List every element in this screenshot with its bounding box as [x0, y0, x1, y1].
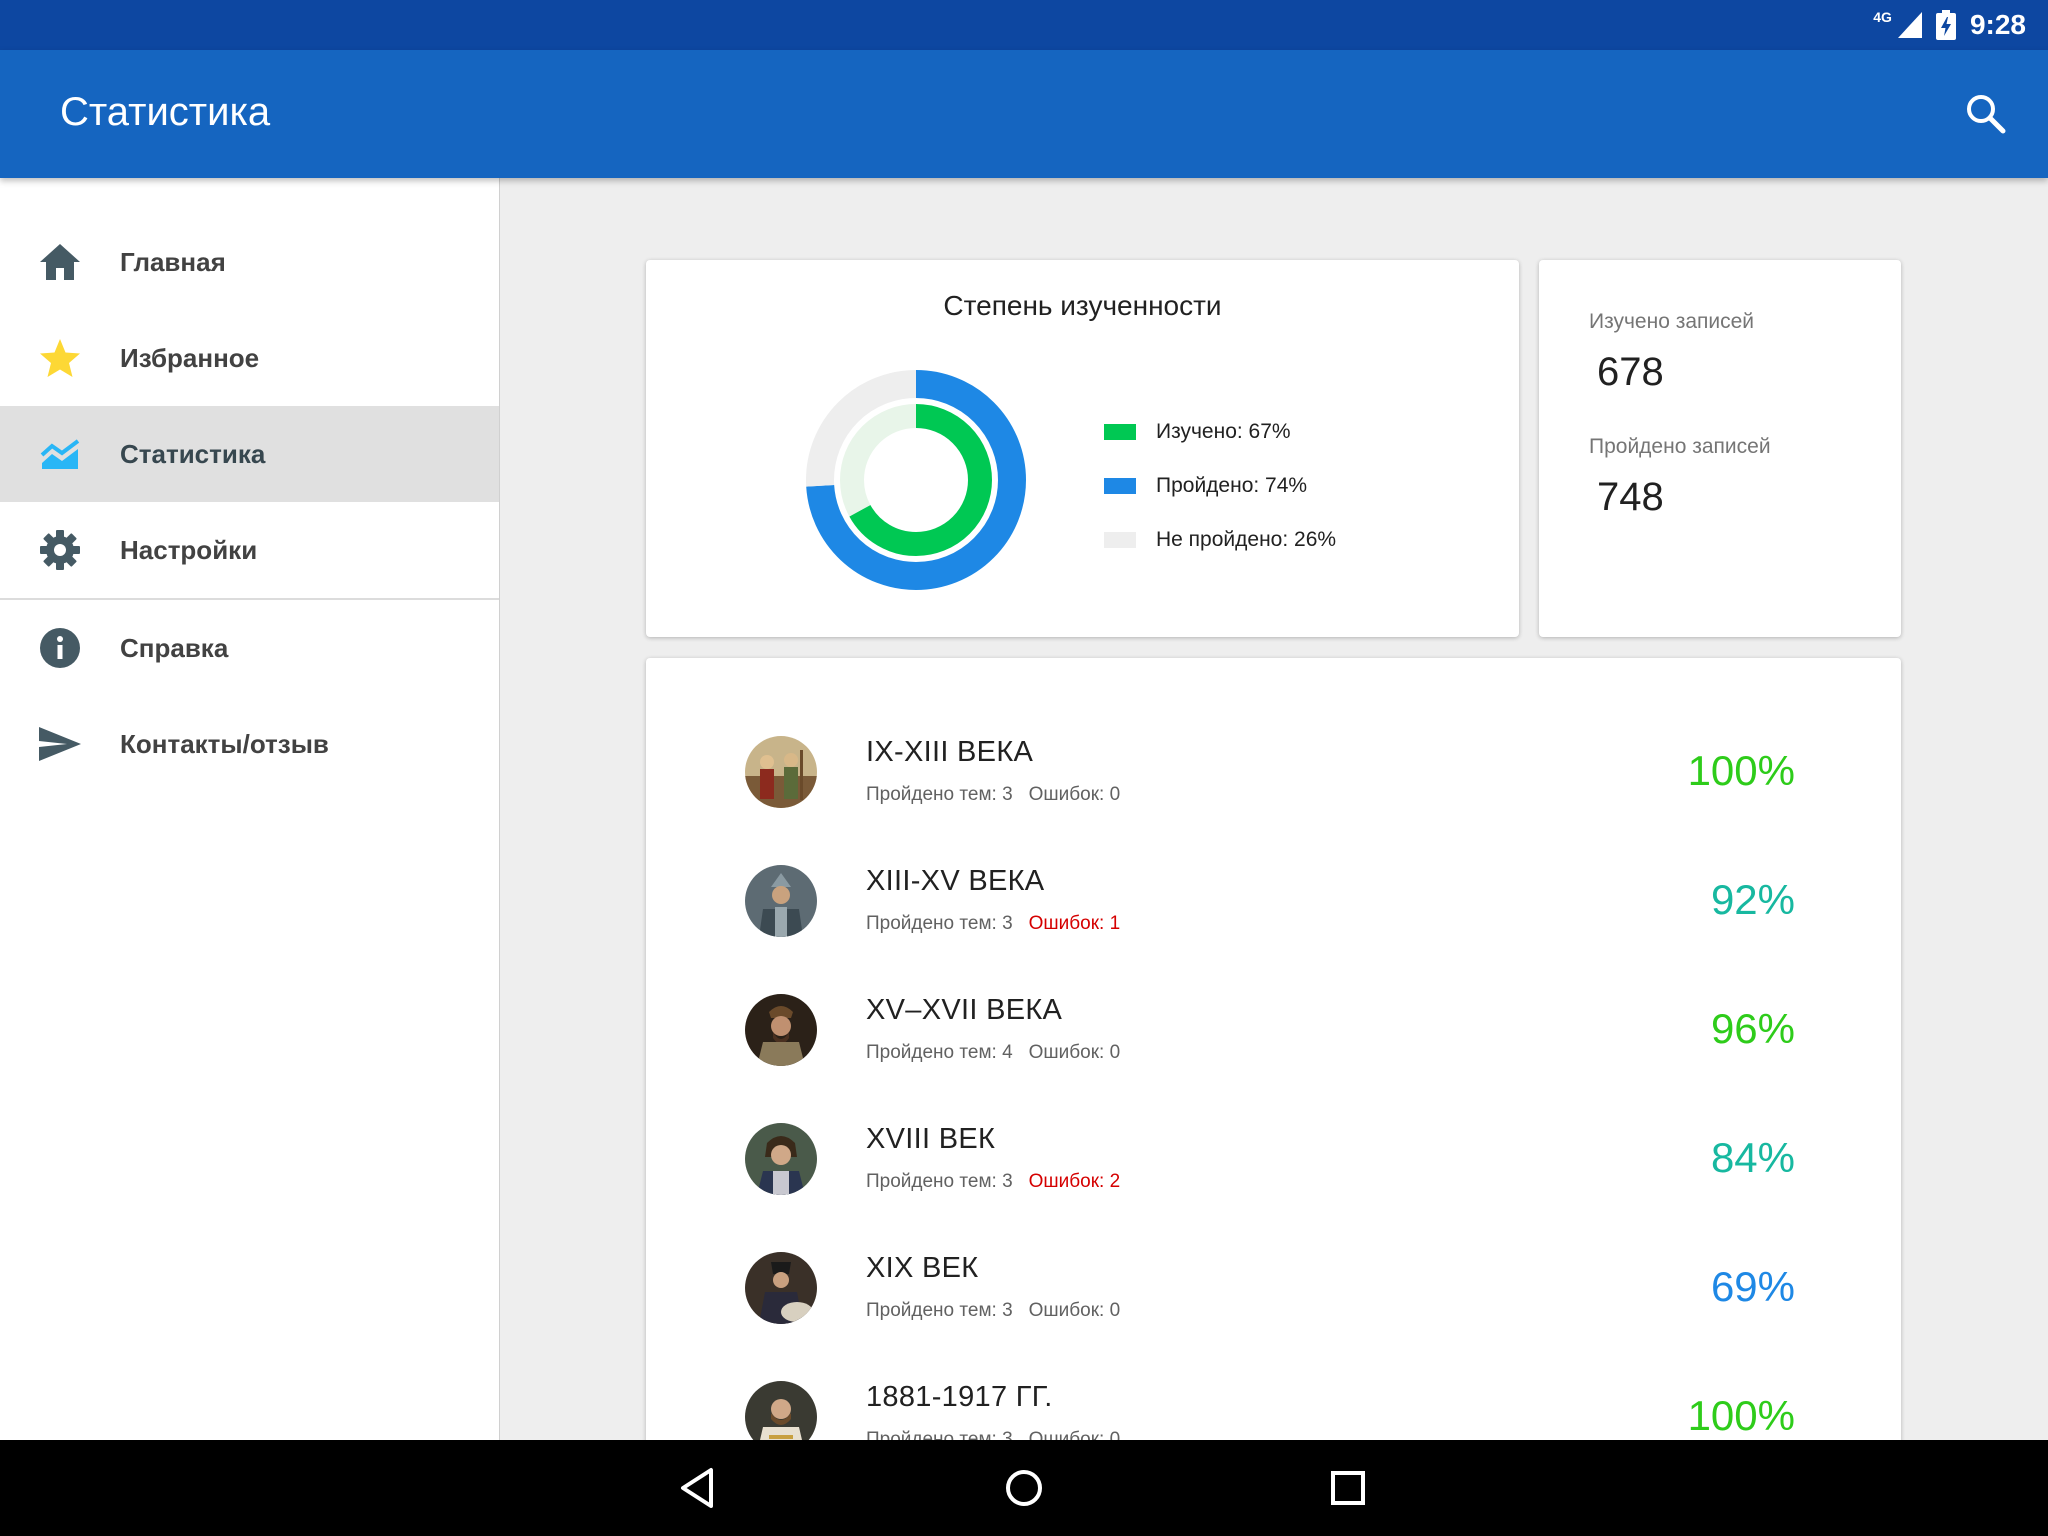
nav-item-statistics[interactable]: Статистика — [0, 406, 499, 502]
home-icon — [38, 240, 82, 284]
era-title: XIX ВЕК — [866, 1252, 979, 1284]
send-icon — [38, 722, 82, 766]
era-row[interactable]: IX-XIII ВЕКА Пройдено тем: 3 Ошибок: 0 10… — [646, 711, 1901, 840]
legend-label: Изучено: 67% — [1156, 420, 1291, 443]
recents-button[interactable] — [1322, 1462, 1374, 1514]
app-bar: Статистика — [0, 50, 2048, 178]
era-row[interactable]: XIX ВЕК Пройдено тем: 3 Ошибок: 0 69% — [646, 1227, 1901, 1356]
system-navigation-bar — [0, 1440, 2048, 1536]
nav-item-label: Статистика — [120, 438, 266, 469]
era-errors: Ошибок: 0 — [1028, 784, 1121, 805]
nav-item-label: Контакты/отзыв — [120, 728, 329, 759]
records-count-card: Изучено записей 678 Пройдено записей 748 — [1539, 260, 1901, 637]
passed-records-value: 748 — [1597, 475, 1664, 519]
home-button[interactable] — [998, 1462, 1050, 1514]
emperor-portrait — [745, 1123, 817, 1195]
era-topics: Пройдено тем: 3 — [866, 1171, 1013, 1192]
era-percent: 84% — [1710, 1134, 1795, 1181]
era-percent: 100% — [1687, 747, 1795, 794]
recents-icon — [1331, 1471, 1365, 1505]
page-title: Статистика — [60, 90, 271, 134]
era-percent: 96% — [1710, 1005, 1795, 1052]
chart-icon — [38, 432, 82, 476]
era-percent: 69% — [1710, 1263, 1795, 1310]
nav-item-label: Главная — [120, 246, 226, 277]
era-stats: Пройдено тем: 3 Ошибок: 1 — [866, 913, 1120, 935]
nav-item-label: Избранное — [120, 342, 260, 373]
search-icon — [1967, 95, 2006, 134]
era-title: XVIII ВЕК — [866, 1123, 996, 1155]
era-stats: Пройдено тем: 3 Ошибок: 2 — [866, 1171, 1120, 1193]
legend-swatch — [1104, 478, 1136, 494]
home-circle-icon — [1006, 1470, 1042, 1506]
era-topics: Пройдено тем: 3 — [866, 913, 1013, 934]
era-percent: 100% — [1687, 1392, 1795, 1439]
era-title: IX-XIII ВЕКА — [866, 736, 1034, 768]
nav-item-help[interactable]: Справка — [0, 600, 499, 696]
legend-item-not-passed: Не пройдено: 26% — [1104, 513, 1336, 567]
study-progress-card: Степень изученности Изучено: 67% Пройден… — [646, 260, 1519, 637]
era-topics: Пройдено тем: 3 — [866, 1300, 1013, 1321]
nav-item-settings[interactable]: Настройки — [0, 502, 499, 598]
era-stats: Пройдено тем: 3 Ошибок: 0 — [866, 1300, 1120, 1322]
era-row[interactable]: XVIII ВЕК Пройдено тем: 3 Ошибок: 2 84% — [646, 1098, 1901, 1227]
era-row[interactable]: XIII-XV ВЕКА Пройдено тем: 3 Ошибок: 1 92… — [646, 840, 1901, 969]
star-icon — [38, 336, 82, 380]
era-title: XV–XVII ВЕКА — [866, 994, 1063, 1026]
status-bar: 4G 9:28 — [0, 0, 2048, 50]
network-type: 4G — [1873, 9, 1892, 25]
era-row[interactable]: XV–XVII ВЕКА Пройдено тем: 4 Ошибок: 0 96… — [646, 969, 1901, 1098]
nav-item-label: Справка — [120, 632, 229, 663]
back-icon — [681, 1468, 713, 1508]
nav-item-label: Настройки — [120, 534, 258, 565]
signal-icon — [1897, 12, 1922, 38]
era-list-card: IX-XIII ВЕКА Пройдено тем: 3 Ошибок: 0 10… — [646, 658, 1901, 1478]
gear-icon — [38, 528, 82, 572]
back-button[interactable] — [673, 1462, 725, 1514]
info-icon — [38, 626, 82, 670]
legend-label: Пройдено: 74% — [1156, 474, 1308, 497]
studied-records-label: Изучено записей — [1589, 310, 1755, 333]
chart-legend: Изучено: 67% Пройдено: 74% Не пройдено: … — [1104, 405, 1336, 567]
era-topics: Пройдено тем: 4 — [866, 1042, 1013, 1063]
donut-chart — [806, 370, 1026, 590]
era-topics: Пройдено тем: 3 — [866, 784, 1013, 805]
legend-item-studied: Изучено: 67% — [1104, 405, 1336, 459]
tsar-portrait — [745, 994, 817, 1066]
era-errors: Ошибок: 0 — [1028, 1042, 1121, 1063]
clock: 9:28 — [1969, 9, 2026, 40]
general-portrait — [745, 1252, 817, 1324]
battery-icon — [1935, 10, 1956, 40]
knight-portrait — [745, 865, 817, 937]
nav-item-contacts[interactable]: Контакты/отзыв — [0, 696, 499, 792]
legend-item-passed: Пройдено: 74% — [1104, 459, 1336, 513]
era-title: 1881-1917 ГГ. — [866, 1381, 1053, 1413]
era-errors: Ошибок: 0 — [1028, 1300, 1121, 1321]
nav-list: Главная Избранное Статистика Настройки С… — [0, 214, 499, 792]
era-errors: Ошибок: 1 — [1028, 913, 1121, 934]
era-errors: Ошибок: 2 — [1028, 1171, 1121, 1192]
nav-item-home[interactable]: Главная — [0, 214, 499, 310]
legend-swatch — [1104, 424, 1136, 440]
passed-records-label: Пройдено записей — [1589, 435, 1771, 458]
search-button[interactable] — [1964, 92, 2008, 136]
legend-label: Не пройдено: 26% — [1156, 528, 1337, 551]
era-stats: Пройдено тем: 3 Ошибок: 0 — [866, 784, 1120, 806]
navigation-drawer: Главная Избранное Статистика Настройки С… — [0, 178, 500, 1440]
era-title: XIII-XV ВЕКА — [866, 865, 1045, 897]
era-stats: Пройдено тем: 4 Ошибок: 0 — [866, 1042, 1120, 1064]
era-percent: 92% — [1710, 876, 1795, 923]
warriors-portrait — [745, 736, 817, 808]
legend-swatch — [1104, 532, 1136, 548]
chart-title: Степень изученности — [943, 290, 1222, 321]
nav-item-favorites[interactable]: Избранное — [0, 310, 499, 406]
studied-records-value: 678 — [1597, 350, 1664, 394]
